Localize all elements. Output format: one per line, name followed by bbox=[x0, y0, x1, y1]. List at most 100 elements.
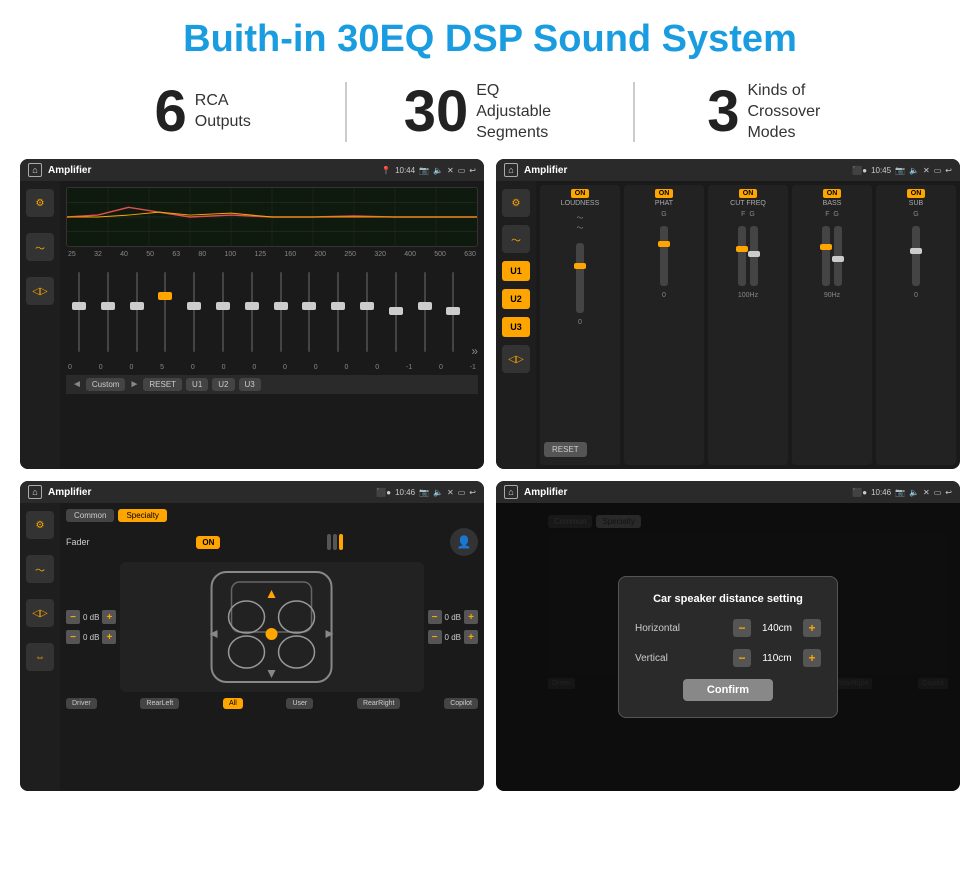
eq-slider-2[interactable] bbox=[95, 266, 121, 358]
fader-expand-btn[interactable]: ⇔ bbox=[26, 643, 54, 671]
loudness-on-badge[interactable]: ON bbox=[571, 189, 590, 198]
back-icon-distance: ↩ bbox=[945, 488, 952, 497]
fr-minus-btn[interactable]: − bbox=[428, 610, 442, 624]
cutfreq-label: CUT FREQ bbox=[730, 200, 766, 207]
cutfreq-slider-1[interactable] bbox=[738, 226, 746, 286]
bass-on-badge[interactable]: ON bbox=[823, 189, 842, 198]
x-icon-distance: ✕ bbox=[923, 488, 930, 497]
u2-btn[interactable]: U2 bbox=[502, 289, 530, 309]
eq-slider-7[interactable] bbox=[239, 266, 265, 358]
horizontal-minus-btn[interactable]: − bbox=[733, 619, 751, 637]
page-title: Buith-in 30EQ DSP Sound System bbox=[0, 0, 980, 73]
eq-slider-5[interactable] bbox=[181, 266, 207, 358]
crossover-vol-btn[interactable]: ◁▷ bbox=[502, 345, 530, 373]
eq-u1-btn[interactable]: U1 bbox=[186, 378, 208, 391]
vol-icon-eq: 🔈 bbox=[433, 166, 443, 175]
horizontal-plus-btn[interactable]: + bbox=[803, 619, 821, 637]
bass-slider-1[interactable] bbox=[822, 226, 830, 286]
eq-u2-btn[interactable]: U2 bbox=[212, 378, 234, 391]
eq-next-btn[interactable]: ► bbox=[129, 379, 139, 390]
crossover-reset-btn[interactable]: RESET bbox=[540, 438, 591, 461]
eq-slider-6[interactable] bbox=[210, 266, 236, 358]
eq-tune-btn[interactable]: ⚙ bbox=[26, 189, 54, 217]
status-icons-eq: 📍 10:44 📷 🔈 ✕ ▭ ↩ bbox=[381, 166, 476, 175]
confirm-button[interactable]: Confirm bbox=[683, 679, 773, 701]
all-btn[interactable]: All bbox=[223, 698, 243, 709]
cutfreq-on-badge[interactable]: ON bbox=[739, 189, 758, 198]
u1-btn[interactable]: U1 bbox=[502, 261, 530, 281]
home-icon-eq: ⌂ bbox=[28, 163, 42, 177]
tab-common[interactable]: Common bbox=[66, 509, 114, 522]
rl-minus-btn[interactable]: − bbox=[66, 630, 80, 644]
screen-eq: ⌂ Amplifier 📍 10:44 📷 🔈 ✕ ▭ ↩ ⚙ 〜 ◁▷ bbox=[20, 159, 484, 469]
eq-slider-3[interactable] bbox=[124, 266, 150, 358]
eq-reset-btn[interactable]: RESET bbox=[143, 378, 182, 391]
status-icons-distance: ⬛● 10:46 📷 🔈 ✕ ▭ ↩ bbox=[852, 488, 952, 497]
fl-plus-btn[interactable]: + bbox=[102, 610, 116, 624]
crossover-wave-btn[interactable]: 〜 bbox=[502, 225, 530, 253]
rect-icon-fader: ▭ bbox=[458, 488, 466, 497]
fader-wave-btn[interactable]: 〜 bbox=[26, 555, 54, 583]
module-bass: ON BASS F G 90Hz bbox=[792, 185, 872, 465]
eq-slider-14[interactable] bbox=[441, 266, 467, 358]
db-control-fr: − 0 dB + bbox=[428, 610, 478, 624]
time-fader: 10:46 bbox=[395, 488, 415, 497]
cam-icon-distance: 📷 bbox=[895, 488, 905, 497]
rr-minus-btn[interactable]: − bbox=[428, 630, 442, 644]
fr-plus-btn[interactable]: + bbox=[464, 610, 478, 624]
fader-controls: Fader ON 👤 bbox=[66, 528, 478, 556]
rearright-btn[interactable]: RearRight bbox=[357, 698, 401, 709]
eq-slider-8[interactable] bbox=[268, 266, 294, 358]
eq-slider-11[interactable] bbox=[354, 266, 380, 358]
fader-tabs: Common Specialty bbox=[66, 509, 478, 522]
sub-slider[interactable] bbox=[912, 226, 920, 286]
bass-slider-2[interactable] bbox=[834, 226, 842, 286]
eq-u3-btn[interactable]: U3 bbox=[239, 378, 261, 391]
fader-tune-btn[interactable]: ⚙ bbox=[26, 511, 54, 539]
copilot-btn[interactable]: Copilot bbox=[444, 698, 478, 709]
eq-wave-btn[interactable]: 〜 bbox=[26, 233, 54, 261]
u3-btn[interactable]: U3 bbox=[502, 317, 530, 337]
location-icon-eq: 📍 bbox=[381, 166, 391, 175]
user-btn[interactable]: User bbox=[286, 698, 313, 709]
rr-plus-btn[interactable]: + bbox=[464, 630, 478, 644]
distance-dialog: Car speaker distance setting Horizontal … bbox=[618, 576, 838, 718]
eq-slider-12[interactable] bbox=[383, 266, 409, 358]
driver-btn[interactable]: Driver bbox=[66, 698, 97, 709]
fl-minus-btn[interactable]: − bbox=[66, 610, 80, 624]
rect-icon-crossover: ▭ bbox=[934, 166, 942, 175]
eq-slider-4[interactable] bbox=[152, 266, 178, 358]
fader-vol-btn[interactable]: ◁▷ bbox=[26, 599, 54, 627]
rect-icon-eq: ▭ bbox=[458, 166, 466, 175]
stats-row: 6 RCAOutputs 30 EQ AdjustableSegments 3 … bbox=[0, 73, 980, 159]
vertical-plus-btn[interactable]: + bbox=[803, 649, 821, 667]
eq-graph bbox=[66, 187, 478, 247]
horizontal-label: Horizontal bbox=[635, 623, 680, 634]
eq-custom-btn[interactable]: Custom bbox=[86, 378, 126, 391]
sub-on-badge[interactable]: ON bbox=[907, 189, 926, 198]
screen-fader: ⌂ Amplifier ⬛● 10:46 📷 🔈 ✕ ▭ ↩ ⚙ 〜 ◁▷ ⇔ bbox=[20, 481, 484, 791]
vertical-minus-btn[interactable]: − bbox=[733, 649, 751, 667]
eq-vol-btn[interactable]: ◁▷ bbox=[26, 277, 54, 305]
rl-plus-btn[interactable]: + bbox=[102, 630, 116, 644]
loudness-slider[interactable] bbox=[576, 243, 584, 313]
home-icon-fader: ⌂ bbox=[28, 485, 42, 499]
eq-slider-10[interactable] bbox=[325, 266, 351, 358]
eq-prev-btn[interactable]: ◄ bbox=[72, 379, 82, 390]
eq-slider-1[interactable] bbox=[66, 266, 92, 358]
right-db-controls: − 0 dB + − 0 dB + bbox=[428, 610, 478, 644]
rearleft-btn[interactable]: RearLeft bbox=[140, 698, 179, 709]
eq-slider-13[interactable] bbox=[412, 266, 438, 358]
phat-slider[interactable] bbox=[660, 226, 668, 286]
eq-slider-9[interactable] bbox=[297, 266, 323, 358]
fader-on-toggle[interactable]: ON bbox=[196, 536, 220, 549]
phat-on-badge[interactable]: ON bbox=[655, 189, 674, 198]
cutfreq-slider-2[interactable] bbox=[750, 226, 758, 286]
back-icon-crossover: ↩ bbox=[945, 166, 952, 175]
status-icons-fader: ⬛● 10:46 📷 🔈 ✕ ▭ ↩ bbox=[376, 488, 476, 497]
dialog-horizontal-row: Horizontal − 140cm + bbox=[635, 619, 821, 637]
tab-specialty[interactable]: Specialty bbox=[118, 509, 166, 522]
crossover-tune-btn[interactable]: ⚙ bbox=[502, 189, 530, 217]
vertical-value: 110cm bbox=[757, 653, 797, 664]
loudness-label: LOUDNESS bbox=[561, 200, 600, 207]
